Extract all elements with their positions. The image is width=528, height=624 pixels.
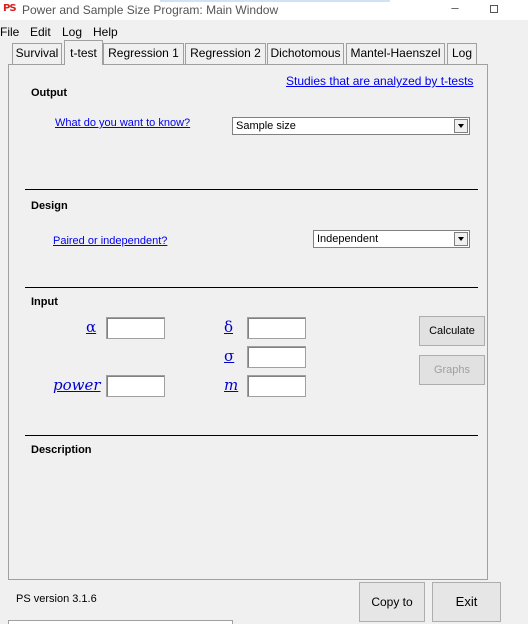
chevron-down-icon[interactable] <box>454 232 468 246</box>
m-label[interactable]: m <box>224 376 238 394</box>
section-divider <box>25 287 478 288</box>
output-select[interactable]: Sample size <box>232 117 470 135</box>
sigma-label[interactable]: σ <box>224 347 234 365</box>
what-to-know-link[interactable]: What do you want to know? <box>55 117 190 129</box>
input-heading: Input <box>31 296 58 308</box>
tab-dichotomous[interactable]: Dichotomous <box>267 43 344 64</box>
design-select[interactable]: Independent <box>313 230 470 248</box>
tab-log[interactable]: Log <box>447 43 477 64</box>
section-divider <box>25 435 478 436</box>
power-label[interactable]: power <box>53 376 101 394</box>
menu-edit[interactable]: Edit <box>30 25 51 39</box>
copy-to-log-button[interactable]: Copy to Log <box>359 582 425 622</box>
graphs-button[interactable]: Graphs <box>419 355 485 385</box>
tab-regression-2[interactable]: Regression 2 <box>185 43 266 64</box>
chevron-down-icon[interactable] <box>454 119 468 133</box>
tab-regression-1[interactable]: Regression 1 <box>103 43 184 64</box>
output-select-value: Sample size <box>236 120 296 132</box>
menu-help[interactable]: Help <box>93 25 118 39</box>
menu-file[interactable]: File <box>0 25 19 39</box>
delta-label[interactable]: δ <box>224 318 233 336</box>
calculate-button[interactable]: Calculate <box>419 316 485 346</box>
app-logo-icon: PS <box>3 3 17 14</box>
maximize-icon[interactable] <box>488 2 500 16</box>
design-heading: Design <box>31 200 68 212</box>
status-bar <box>8 620 233 624</box>
output-heading: Output <box>31 87 68 99</box>
minimize-icon[interactable]: – <box>448 0 462 18</box>
title-bar: PS Power and Sample Size Program: Main W… <box>0 0 528 20</box>
sigma-input[interactable] <box>247 346 306 368</box>
m-input[interactable] <box>247 375 306 397</box>
power-input[interactable] <box>106 375 165 397</box>
description-heading: Description <box>31 444 92 456</box>
version-label: PS version 3.1.6 <box>16 593 97 605</box>
title-accent-bar <box>160 0 390 2</box>
alpha-input[interactable] <box>106 317 165 339</box>
design-select-value: Independent <box>317 233 379 245</box>
tab-t-test[interactable]: t-test <box>64 40 103 65</box>
section-divider <box>25 189 478 190</box>
exit-button[interactable]: Exit <box>432 582 501 622</box>
menu-log[interactable]: Log <box>62 25 82 39</box>
studies-link[interactable]: Studies that are analyzed by t-tests <box>286 74 473 88</box>
delta-input[interactable] <box>247 317 306 339</box>
alpha-label[interactable]: α <box>86 318 96 336</box>
tab-mantel-haenszel[interactable]: Mantel-Haenszel <box>346 43 445 64</box>
tab-survival[interactable]: Survival <box>12 43 62 64</box>
window-title: Power and Sample Size Program: Main Wind… <box>22 3 279 17</box>
paired-independent-link[interactable]: Paired or independent? <box>53 235 167 247</box>
menu-bar: File Edit Log Help <box>0 23 528 41</box>
